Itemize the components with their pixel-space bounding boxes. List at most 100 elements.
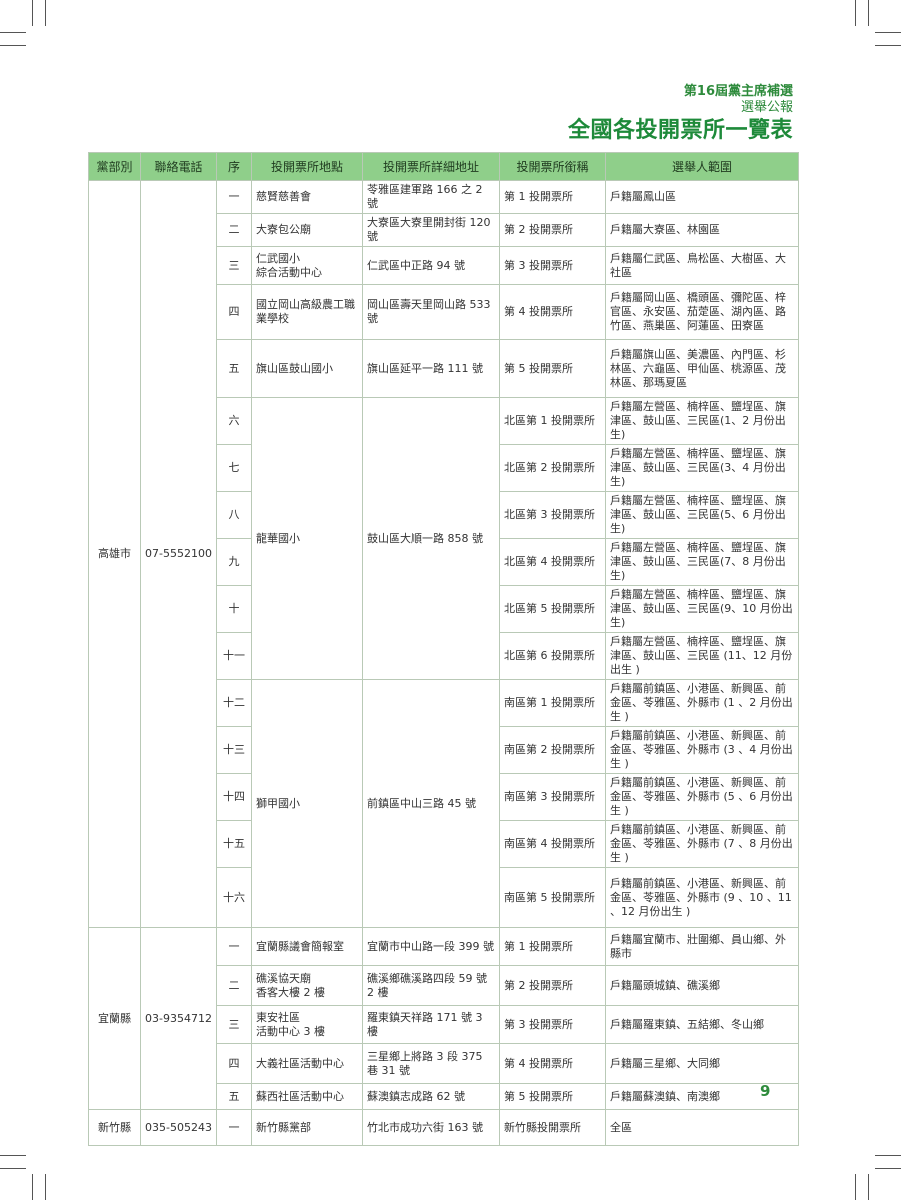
scope-cell: 戶籍屬左營區、楠梓區、鹽埕區、旗津區、鼓山區、三民區(5、6 月份出生) — [605, 491, 799, 539]
location-cell: 龍華國小 — [251, 397, 363, 680]
page-title: 全國各投開票所一覽表 — [567, 117, 793, 143]
address-cell: 大寮區大寮里開封街 120 號 — [362, 213, 500, 247]
scope-cell: 戶籍屬鳳山區 — [605, 180, 799, 214]
table-row: 新竹縣 035-505243 一 新竹縣黨部 竹北市成功六街 163 號 新竹縣… — [88, 1109, 799, 1146]
address-cell: 仁武區中正路 94 號 — [362, 246, 500, 285]
location-cell: 宜蘭縣議會簡報室 — [251, 927, 363, 966]
seq-cell: 十三 — [216, 726, 252, 774]
station-cell: 第 4 投開票所 — [499, 1043, 606, 1084]
crop-mark — [875, 45, 901, 46]
scope-cell: 戶籍屬前鎮區、小港區、新興區、前金區、苓雅區、外縣市 (3 、4 月份出生 ) — [605, 726, 799, 774]
crop-mark — [855, 0, 856, 26]
seq-cell: 十六 — [216, 867, 252, 928]
crop-mark — [0, 32, 26, 33]
station-cell: 第 4 投開票所 — [499, 284, 606, 340]
seq-cell: 十五 — [216, 820, 252, 868]
station-cell: 南區第 5 投開票所 — [499, 867, 606, 928]
scope-cell: 戶籍屬前鎮區、小港區、新興區、前金區、苓雅區、外縣市 (9 、10 、11 、1… — [605, 867, 799, 928]
station-cell: 南區第 3 投開票所 — [499, 773, 606, 821]
crop-mark — [868, 0, 869, 26]
station-cell: 北區第 5 投開票所 — [499, 585, 606, 633]
page-number: 9 — [760, 1082, 771, 1100]
location-cell: 仁武國小 綜合活動中心 — [251, 246, 363, 285]
address-cell: 宜蘭市中山路一段 399 號 — [362, 927, 500, 966]
column-header: 黨部別 — [88, 152, 141, 181]
station-cell: 北區第 3 投開票所 — [499, 491, 606, 539]
station-cell: 第 3 投開票所 — [499, 246, 606, 285]
scope-cell: 戶籍屬左營區、楠梓區、鹽埕區、旗津區、鼓山區、三民區(7、8 月份出生) — [605, 538, 799, 586]
party-branch-cell: 宜蘭縣 — [88, 927, 141, 1110]
address-cell: 三星鄉上將路 3 段 375 巷 31 號 — [362, 1043, 500, 1084]
location-cell: 旗山區鼓山國小 — [251, 339, 363, 398]
polling-station-table: 黨部別 聯絡電話 序 投開票所地點 投開票所詳細地址 投開票所銜稱 選舉人範圍 … — [88, 152, 799, 1146]
phone-cell: 03-9354712 — [140, 927, 217, 1110]
station-cell: 北區第 4 投開票所 — [499, 538, 606, 586]
scope-cell: 戶籍屬頭城鎮、礁溪鄉 — [605, 965, 799, 1006]
location-cell: 蘇西社區活動中心 — [251, 1083, 363, 1110]
party-branch-cell: 新竹縣 — [88, 1109, 141, 1146]
station-cell: 南區第 2 投開票所 — [499, 726, 606, 774]
seq-cell: 六 — [216, 397, 252, 445]
seq-cell: 十一 — [216, 632, 252, 680]
station-cell: 第 2 投開票所 — [499, 213, 606, 247]
scope-cell: 戶籍屬左營區、楠梓區、鹽埕區、旗津區、鼓山區、三民區(3、4 月份出生) — [605, 444, 799, 492]
scope-cell: 戶籍屬前鎮區、小港區、新興區、前金區、苓雅區、外縣市 (5 、6 月份出生 ) — [605, 773, 799, 821]
scope-cell: 戶籍屬宜蘭市、壯圍鄉、員山鄉、外縣市 — [605, 927, 799, 966]
scope-cell: 戶籍屬左營區、楠梓區、鹽埕區、旗津區、鼓山區、三民區(1、2 月份出生) — [605, 397, 799, 445]
table-row: 宜蘭縣 03-9354712 一 宜蘭縣議會簡報室 宜蘭市中山路一段 399 號… — [88, 927, 799, 1110]
crop-mark — [32, 1174, 33, 1200]
seq-cell: 二 — [216, 213, 252, 247]
seq-cell: 八 — [216, 491, 252, 539]
scope-cell: 戶籍屬大寮區、林園區 — [605, 213, 799, 247]
election-name: 第16屆黨主席補選 — [683, 84, 793, 99]
column-header: 序 — [216, 152, 252, 181]
crop-mark — [875, 32, 901, 33]
seq-cell: 十四 — [216, 773, 252, 821]
address-cell: 苓雅區建軍路 166 之 2 號 — [362, 180, 500, 214]
bulletin-label: 選舉公報 — [740, 100, 793, 115]
seq-cell: 七 — [216, 444, 252, 492]
crop-mark — [45, 1174, 46, 1200]
seq-cell: 九 — [216, 538, 252, 586]
station-cell: 第 5 投開票所 — [499, 339, 606, 398]
station-cell: 第 5 投開票所 — [499, 1083, 606, 1110]
scope-cell: 全區 — [605, 1109, 799, 1146]
scope-cell: 戶籍屬岡山區、橋頭區、彌陀區、梓官區、永安區、茄萣區、湖內區、路竹區、燕巢區、阿… — [605, 284, 799, 340]
station-cell: 南區第 1 投開票所 — [499, 679, 606, 727]
seq-cell: 四 — [216, 1043, 252, 1084]
phone-cell: 035-505243 — [140, 1109, 217, 1146]
scope-cell: 戶籍屬仁武區、鳥松區、大樹區、大社區 — [605, 246, 799, 285]
table-row: 高雄市 07-5552100 一 慈賢慈善會 苓雅區建軍路 166 之 2 號 … — [88, 180, 799, 928]
location-cell: 獅甲國小 — [251, 679, 363, 928]
column-header: 投開票所地點 — [251, 152, 363, 181]
address-cell: 竹北市成功六街 163 號 — [362, 1109, 500, 1146]
crop-mark — [45, 0, 46, 26]
crop-mark — [855, 1174, 856, 1200]
station-cell: 第 1 投開票所 — [499, 180, 606, 214]
seq-cell: 一 — [216, 927, 252, 966]
address-cell: 礁溪鄉礁溪路四段 59 號 2 樓 — [362, 965, 500, 1006]
scope-cell: 戶籍屬左營區、楠梓區、鹽埕區、旗津區、鼓山區、三民區 (11、12 月份出生 ) — [605, 632, 799, 680]
location-cell: 礁溪協天廟 香客大樓 2 樓 — [251, 965, 363, 1006]
column-header: 投開票所詳細地址 — [362, 152, 500, 181]
seq-cell: 一 — [216, 180, 252, 214]
column-header: 投開票所銜稱 — [499, 152, 606, 181]
station-cell: 南區第 4 投開票所 — [499, 820, 606, 868]
scope-cell: 戶籍屬羅東鎮、五結鄉、冬山鄉 — [605, 1005, 799, 1044]
scope-cell: 戶籍屬前鎮區、小港區、新興區、前金區、苓雅區、外縣市 (7 、8 月份出生 ) — [605, 820, 799, 868]
address-cell: 鼓山區大順一路 858 號 — [362, 397, 500, 680]
scope-cell: 戶籍屬前鎮區、小港區、新興區、前金區、苓雅區、外縣市 (1 、2 月份出生 ) — [605, 679, 799, 727]
seq-cell: 一 — [216, 1109, 252, 1146]
location-cell: 國立岡山高級農工職業學校 — [251, 284, 363, 340]
seq-cell: 十 — [216, 585, 252, 633]
station-cell: 第 3 投開票所 — [499, 1005, 606, 1044]
station-cell: 第 2 投開票所 — [499, 965, 606, 1006]
scope-cell: 戶籍屬旗山區、美濃區、內門區、杉林區、六龜區、甲仙區、桃源區、茂林區、那瑪夏區 — [605, 339, 799, 398]
station-cell: 新竹縣投開票所 — [499, 1109, 606, 1146]
page-header: 第16屆黨主席補選 選舉公報 全國各投開票所一覽表 — [568, 84, 793, 144]
seq-cell: 四 — [216, 284, 252, 340]
seq-cell: 五 — [216, 339, 252, 398]
crop-mark — [0, 1155, 26, 1156]
column-header: 聯絡電話 — [140, 152, 217, 181]
address-cell: 旗山區延平一路 111 號 — [362, 339, 500, 398]
